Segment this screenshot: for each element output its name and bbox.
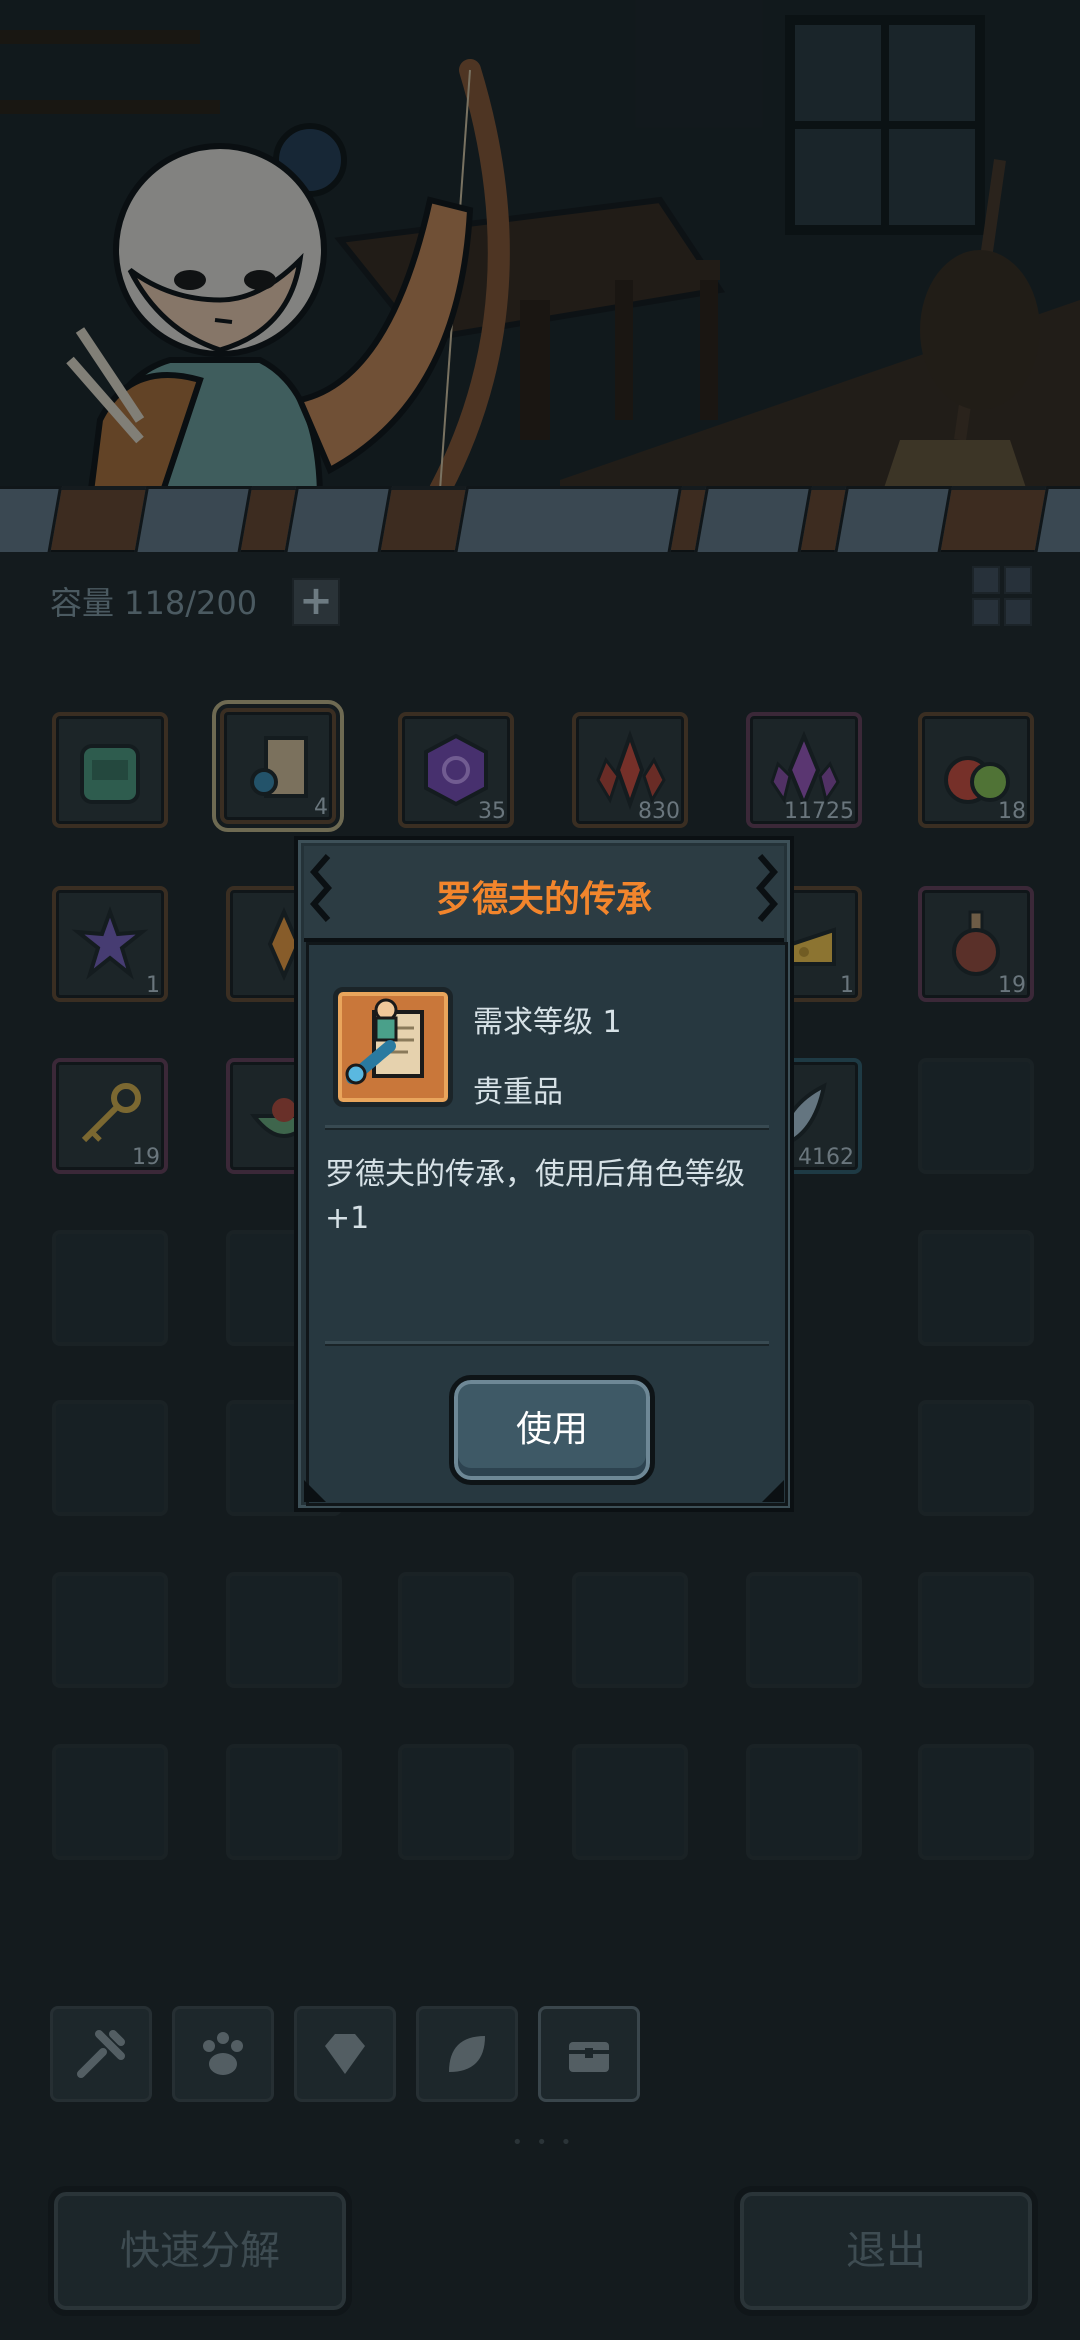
inventory-slot[interactable]: 11725 [746,712,862,828]
required-level: 需求等级 1 [473,1005,622,1040]
inventory-slot-empty[interactable] [918,1230,1034,1346]
divider [325,1341,769,1346]
fruit-icon [944,756,1010,804]
tools-icon [77,2030,125,2078]
inventory-slot-empty[interactable] [572,1744,688,1860]
purple-crystal-icon [770,730,840,810]
trim-block [693,486,813,556]
slot-count: 35 [478,799,506,824]
trim-block [453,486,683,556]
inventory-slot[interactable] [52,712,168,828]
inventory-slot-empty[interactable] [918,1572,1034,1688]
slot-count: 19 [998,973,1026,998]
scroll-icon [250,736,308,798]
item-icon-frame [333,987,453,1107]
inventory-slot-empty[interactable] [398,1572,514,1688]
grid-cell [972,598,1000,626]
key-icon [81,1083,141,1143]
expand-capacity-button[interactable]: + [292,578,340,626]
inventory-slot-empty[interactable] [918,1058,1034,1174]
inventory-slot[interactable]: 35 [398,712,514,828]
trim-block [133,486,253,556]
inventory-slot[interactable]: 19 [52,1058,168,1174]
inventory-slot-empty[interactable] [52,1572,168,1688]
inventory-slot-empty[interactable] [52,1744,168,1860]
slot-count: 1 [146,973,160,998]
rune-stone-icon [424,733,488,807]
gem-icon [325,2034,365,2074]
inventory-slot-empty[interactable] [226,1744,342,1860]
dialog-body: 需求等级 1 贵重品 罗德夫的传承，使用后角色等级+1 使用 [306,942,788,1506]
inventory-slot-selected[interactable]: 4 [212,700,344,832]
corner-ornament-icon [304,1480,326,1502]
trim-block [833,486,953,556]
grid-cell [1004,566,1032,594]
use-button[interactable]: 使用 [449,1375,655,1485]
trim-block [1033,486,1080,556]
slot-count: 18 [998,799,1026,824]
tab-materials[interactable] [416,2006,518,2102]
slot-count: 4 [314,795,328,820]
inventory-slot-empty[interactable] [398,1744,514,1860]
slot-count: 11725 [784,799,854,824]
spiky-shell-icon [71,906,149,980]
dim-overlay [0,0,1080,560]
capacity-label: 容量 118/200 [50,584,258,622]
dialog-title: 罗德夫的传承 [435,879,652,920]
quick-decompose-button[interactable]: 快速分解 [48,2186,352,2316]
leaf-icon [449,2036,485,2072]
item-detail-dialog: 罗德夫的传承 需求等级 1 贵重品 罗德夫的传承，使用后角色等级+1 使用 [294,836,794,1512]
dialog-header: 罗德夫的传承 [304,846,784,942]
shelf-trim [0,486,1080,556]
paw-icon [203,2032,243,2075]
divider [325,1125,769,1130]
tab-tools[interactable] [50,2006,152,2102]
trim-block [283,486,393,556]
inventory-slot-empty[interactable] [918,1744,1034,1860]
inventory-slot-empty[interactable] [746,1744,862,1860]
chest-icon [569,2042,609,2072]
grid-view-button[interactable] [972,566,1032,626]
slot-count: 830 [638,799,680,824]
trim-block [0,486,63,556]
item-description: 罗德夫的传承，使用后角色等级+1 [325,1157,745,1236]
inventory-slot[interactable]: 830 [572,712,688,828]
tab-chest[interactable] [538,2006,640,2102]
exit-button[interactable]: 退出 [734,2186,1038,2316]
tab-pets[interactable] [172,2006,274,2102]
item-rarity: 贵重品 [473,1075,563,1110]
inventory-slot[interactable]: 1 [52,886,168,1002]
inventory-slot-empty[interactable] [572,1572,688,1688]
slot-count: 4162 [798,1145,854,1170]
potion-icon [952,910,1000,976]
inventory-slot[interactable]: 18 [918,712,1034,828]
slot-count: 1 [840,973,854,998]
inventory-slot[interactable]: 19 [918,886,1034,1002]
scroll-icon [345,998,424,1085]
tab-gems[interactable] [294,2006,396,2102]
inventory-slot-empty[interactable] [918,1400,1034,1516]
inventory-slot-empty[interactable] [52,1230,168,1346]
corner-ornament-icon [762,1480,784,1502]
page-indicator: • • • [512,2132,576,2153]
backpack-icon [80,744,140,804]
inventory-slot-empty[interactable] [746,1572,862,1688]
grid-cell [972,566,1000,594]
inventory-slot-empty[interactable] [52,1400,168,1516]
grid-cell [1004,598,1032,626]
inventory-slot-empty[interactable] [226,1572,342,1688]
red-crystal-icon [596,730,666,810]
slot-count: 19 [132,1145,160,1170]
